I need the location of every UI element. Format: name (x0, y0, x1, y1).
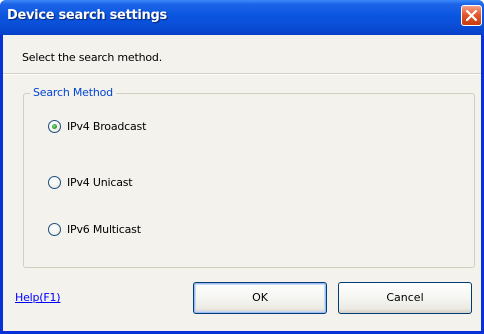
dialog-window: Device search settings Select the search… (0, 0, 484, 334)
close-button[interactable] (461, 5, 482, 26)
search-method-legend: Search Method (30, 86, 116, 99)
radio-label[interactable]: IPv4 Unicast (67, 175, 133, 191)
instruction-text: Select the search method. (22, 51, 162, 64)
window-title: Device search settings (7, 8, 167, 23)
divider (3, 73, 481, 75)
title-bar[interactable]: Device search settings (0, 0, 484, 35)
radio-label[interactable]: IPv6 Multicast (67, 222, 141, 238)
cancel-button[interactable]: Cancel (338, 282, 472, 314)
radio-button[interactable] (48, 120, 61, 133)
radio-label[interactable]: IPv4 Broadcast (67, 119, 146, 135)
close-icon (466, 10, 477, 21)
help-link[interactable]: Help(F1) (15, 291, 61, 304)
ok-button[interactable]: OK (193, 282, 327, 314)
radio-button[interactable] (48, 176, 61, 189)
radio-selected-dot (52, 124, 57, 129)
radio-button[interactable] (48, 223, 61, 236)
